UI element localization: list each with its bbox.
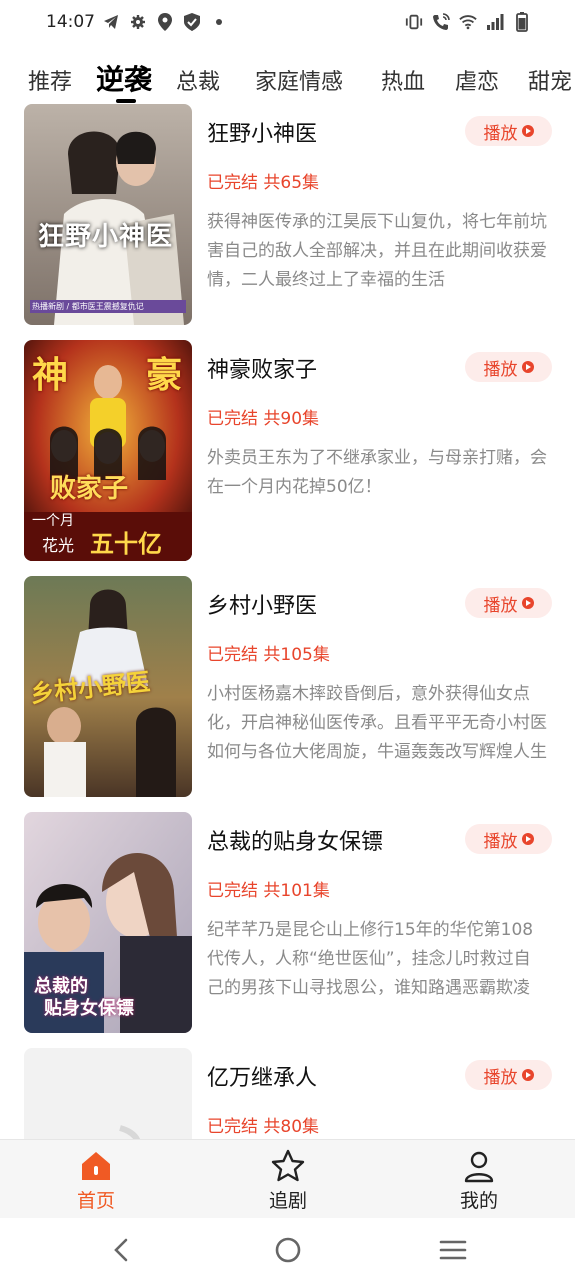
list-item[interactable]: 狂野小神医 热播新剧 / 都市医王震撼复仇记 狂野小神医 播放 已完结 共65集… — [0, 104, 575, 340]
poster-caption: 热播新剧 / 都市医王震撼复仇记 — [30, 300, 186, 313]
list-item[interactable]: 乡村小野医 乡村小野医 播放 已完结 共105集 小村医杨嘉木摔跤昏倒后，意外获… — [0, 576, 575, 812]
poster-text-spend: 花光 — [42, 536, 75, 555]
bottom-nav: 首页 追剧 我的 — [0, 1139, 575, 1218]
wifi-icon — [459, 12, 477, 32]
play-icon — [521, 1069, 534, 1081]
category-tabs: 推荐 逆袭 总裁 家庭情感 热血 虐恋 甜宠 — [0, 52, 575, 104]
signal-icon — [486, 12, 504, 32]
tab-ceo[interactable]: 总裁 — [176, 64, 220, 96]
menu-icon[interactable] — [435, 1232, 471, 1268]
list-item[interactable]: 神 豪 败家子 一个月 花光 五十亿 神豪败家子 播放 已完结 共90集 外卖员… — [0, 340, 575, 576]
user-icon — [461, 1148, 497, 1184]
play-label: 播放 — [483, 595, 518, 616]
gear-icon — [129, 12, 147, 32]
nav-profile[interactable]: 我的 — [429, 1148, 529, 1213]
list-item[interactable]: 亿万继承人 播放 已完结 共80集 — [0, 1048, 575, 1139]
play-label: 播放 — [483, 359, 518, 380]
play-button[interactable]: 播放 — [465, 1060, 552, 1090]
item-status: 已完结 共105集 — [207, 645, 330, 665]
item-title[interactable]: 总裁的贴身女保镖 — [207, 824, 383, 856]
play-icon — [521, 597, 534, 609]
item-description: 纪芊芊乃是昆仑山上修行15年的华佗第108代传人，人称“绝世医仙”，挂念儿时救过… — [207, 920, 534, 998]
play-button[interactable]: 播放 — [465, 588, 552, 618]
play-button[interactable]: 播放 — [465, 352, 552, 382]
item-description: 外卖员王东为了不继承家业，与母亲打赌，会在一个月内花掉50亿！ — [207, 448, 547, 497]
item-title[interactable]: 亿万继承人 — [207, 1060, 317, 1092]
item-status: 已完结 共101集 — [207, 881, 330, 901]
list-item[interactable]: 总裁的 贴身女保镖 总裁的贴身女保镖 播放 已完结 共101集 纪芊芊乃是昆仑山… — [0, 812, 575, 1048]
home-icon — [78, 1148, 114, 1184]
item-description: 获得神医传承的江昊辰下山复仇，将七年前坑害自己的敌人全部解决，并且在此期间收获爱… — [207, 212, 547, 290]
tab-family[interactable]: 家庭情感 — [255, 64, 343, 96]
dot-icon — [210, 12, 228, 32]
status-time: 14:07 — [46, 12, 95, 32]
poster-placeholder[interactable] — [24, 1048, 192, 1139]
item-status: 已完结 共90集 — [207, 409, 320, 429]
poster-title-line2: 贴身女保镖 — [44, 998, 134, 1019]
status-bar: 14:07 — [0, 0, 575, 48]
telegram-icon — [102, 12, 120, 32]
battery-icon — [513, 12, 531, 32]
item-status: 已完结 共65集 — [207, 173, 320, 193]
play-button[interactable]: 播放 — [465, 824, 552, 854]
poster-subtitle: 败家子 — [50, 474, 129, 504]
play-icon — [521, 833, 534, 845]
tab-indicator — [116, 99, 136, 103]
home-circle-icon[interactable] — [270, 1232, 306, 1268]
poster-title-left: 神 — [32, 355, 69, 396]
tab-hot-blood[interactable]: 热血 — [381, 64, 425, 96]
poster-text-month: 一个月 — [32, 513, 74, 529]
tab-sweet[interactable]: 甜宠 — [528, 64, 572, 96]
system-nav — [0, 1218, 575, 1280]
shield-icon — [183, 12, 201, 32]
play-label: 播放 — [483, 123, 518, 144]
back-icon[interactable] — [104, 1232, 140, 1268]
play-icon — [521, 125, 534, 137]
item-title[interactable]: 神豪败家子 — [207, 352, 317, 384]
nav-home[interactable]: 首页 — [46, 1148, 146, 1213]
star-icon — [270, 1148, 306, 1184]
location-icon — [156, 12, 174, 32]
play-label: 播放 — [483, 831, 518, 852]
tab-abuse-romance[interactable]: 虐恋 — [455, 64, 499, 96]
item-status: 已完结 共80集 — [207, 1117, 320, 1137]
item-description: 小村医杨嘉木摔跤昏倒后，意外获得仙女点化，开启神秘仙医传承。且看平平无奇小村医如… — [207, 684, 547, 762]
poster-image[interactable]: 乡村小野医 — [24, 576, 192, 797]
poster-image[interactable]: 神 豪 败家子 一个月 花光 五十亿 — [24, 340, 192, 561]
item-title[interactable]: 乡村小野医 — [207, 588, 317, 620]
tab-counterattack[interactable]: 逆袭 — [96, 58, 152, 98]
poster-image[interactable]: 狂野小神医 热播新剧 / 都市医王震撼复仇记 — [24, 104, 192, 325]
wifi-call-icon — [432, 12, 450, 32]
nav-following[interactable]: 追剧 — [238, 1148, 338, 1213]
play-button[interactable]: 播放 — [465, 116, 552, 146]
drama-list[interactable]: 狂野小神医 热播新剧 / 都市医王震撼复仇记 狂野小神医 播放 已完结 共65集… — [0, 104, 575, 1139]
play-icon — [521, 361, 534, 373]
vibrate-icon — [405, 12, 423, 32]
item-title[interactable]: 狂野小神医 — [207, 116, 317, 148]
poster-text-amount: 五十亿 — [90, 530, 162, 558]
tab-recommend[interactable]: 推荐 — [28, 64, 72, 96]
poster-image[interactable]: 总裁的 贴身女保镖 — [24, 812, 192, 1033]
poster-title: 狂野小神医 — [38, 222, 174, 252]
poster-title-right: 豪 — [145, 355, 182, 396]
play-label: 播放 — [483, 1067, 518, 1088]
